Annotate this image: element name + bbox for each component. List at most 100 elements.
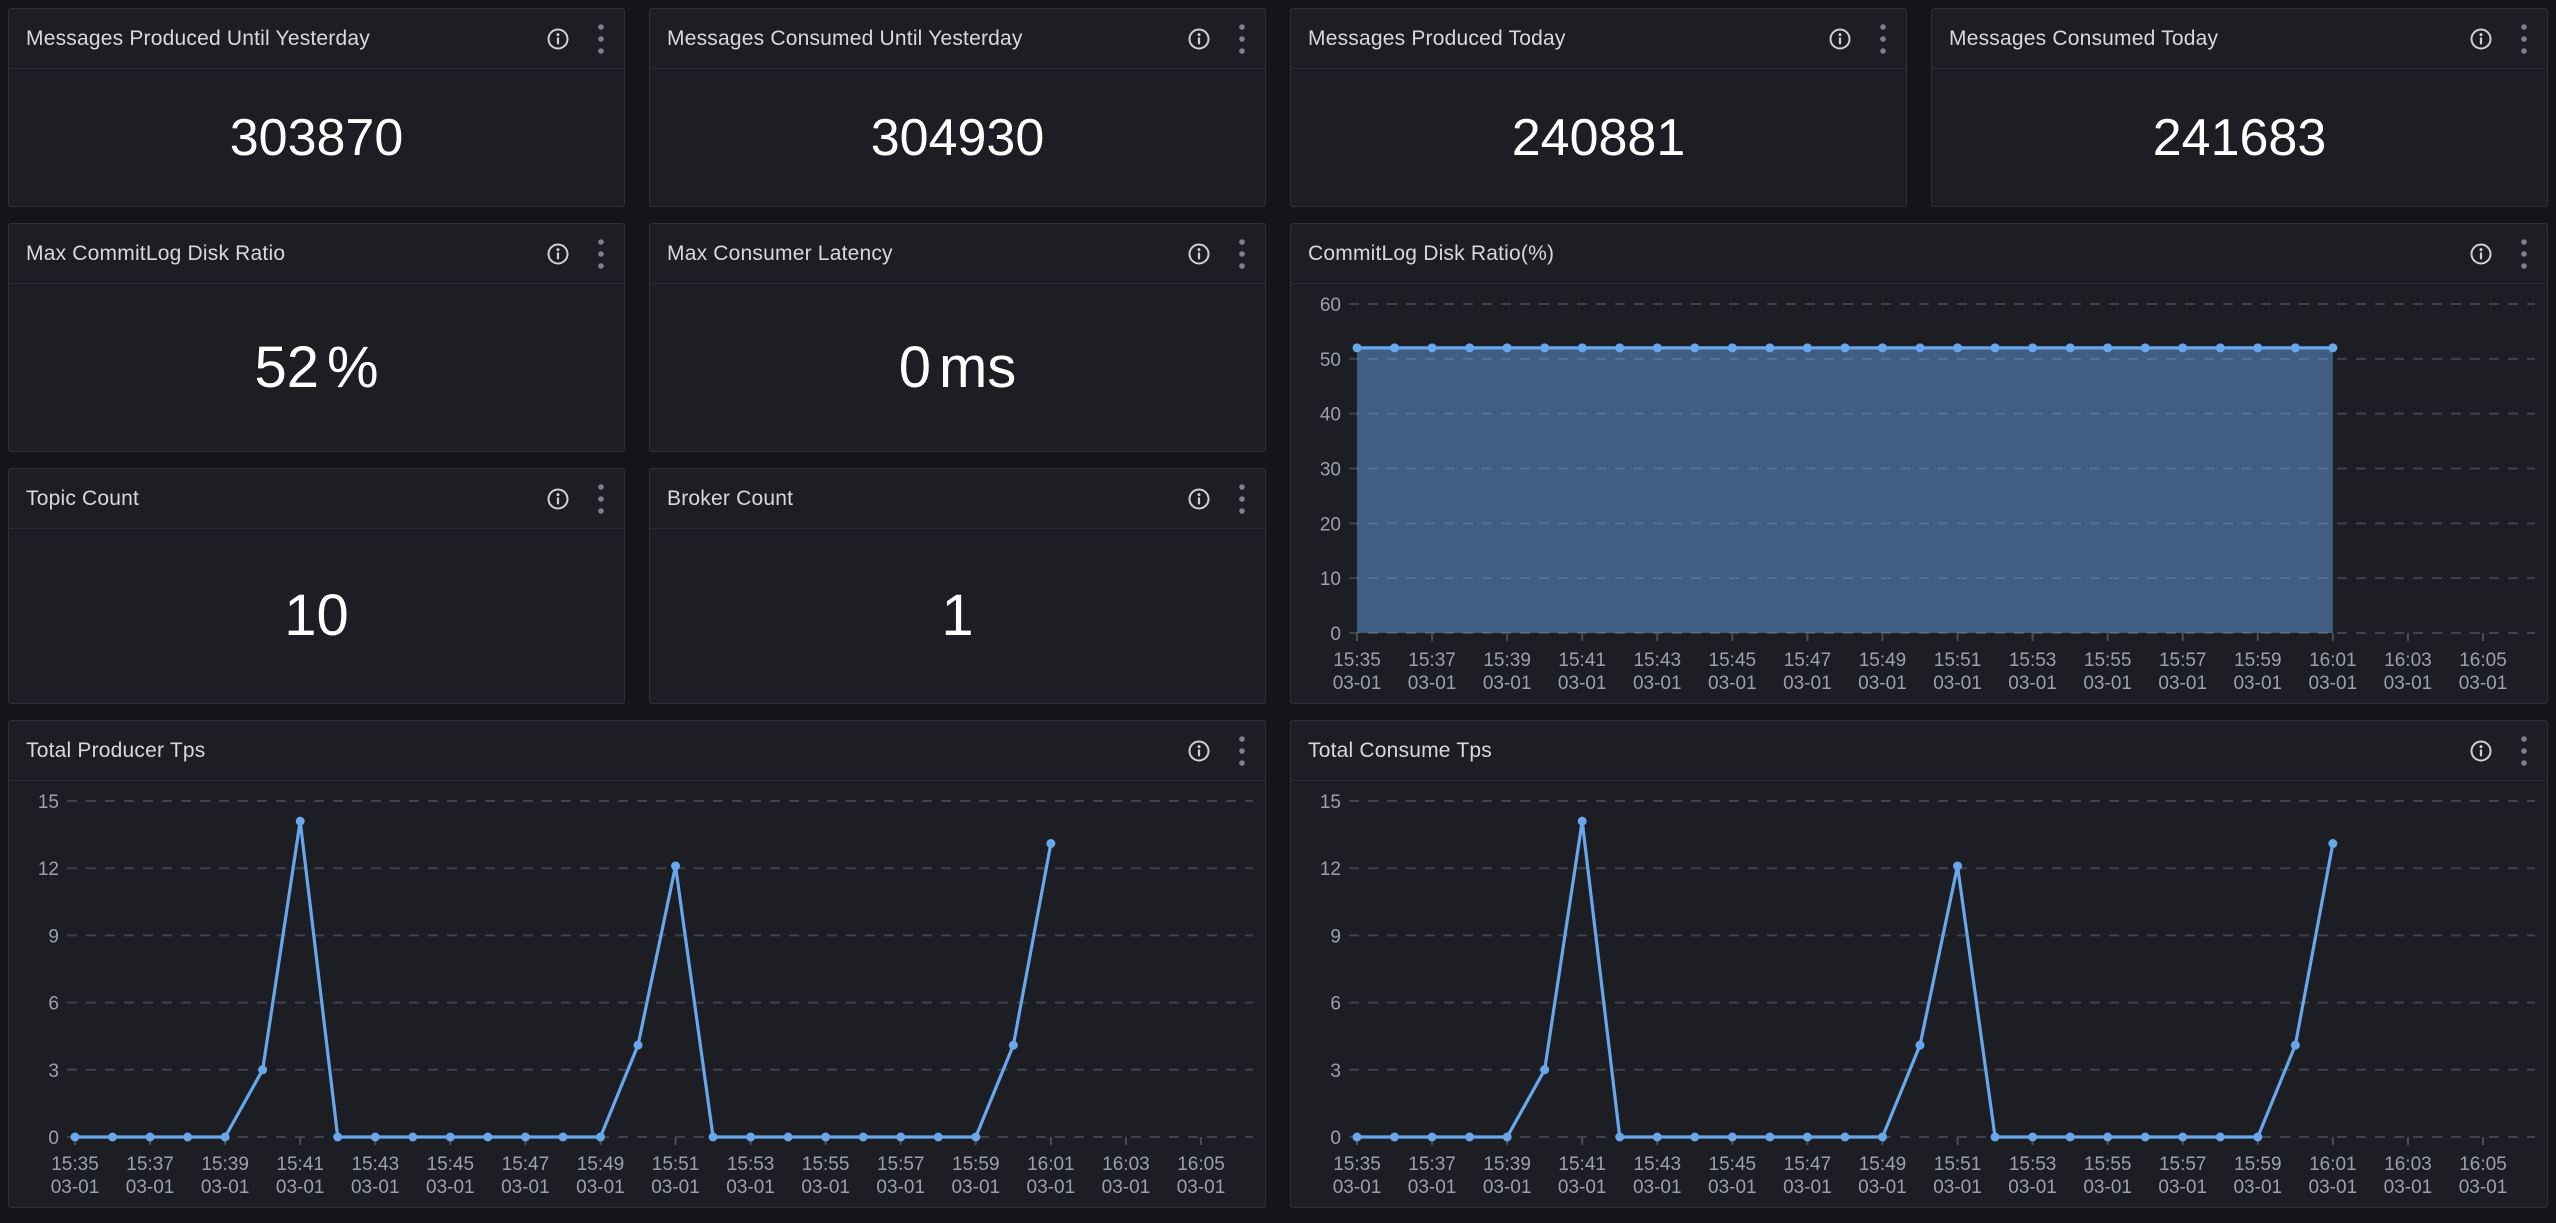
- svg-text:16:05: 16:05: [2459, 650, 2507, 671]
- svg-text:6: 6: [48, 994, 59, 1015]
- kebab-menu-icon[interactable]: [1237, 236, 1247, 272]
- kebab-menu-icon[interactable]: [596, 481, 606, 517]
- panel-header: Messages Consumed Today: [1932, 9, 2547, 69]
- svg-text:16:01: 16:01: [1027, 1154, 1075, 1175]
- svg-text:03-01: 03-01: [726, 1177, 775, 1198]
- kebab-menu-icon[interactable]: [596, 236, 606, 272]
- svg-text:16:03: 16:03: [2384, 650, 2432, 671]
- svg-text:03-01: 03-01: [2158, 1177, 2207, 1198]
- stat-number: 10: [284, 587, 349, 645]
- info-icon[interactable]: [545, 486, 571, 512]
- kebab-menu-icon[interactable]: [2519, 236, 2529, 272]
- svg-text:03-01: 03-01: [2233, 673, 2282, 694]
- panel-header-icons: [545, 236, 606, 272]
- svg-text:16:05: 16:05: [1177, 1154, 1225, 1175]
- svg-text:15:59: 15:59: [952, 1154, 1000, 1175]
- info-icon[interactable]: [1186, 241, 1212, 267]
- panel-header-icons: [2468, 733, 2529, 769]
- svg-text:03-01: 03-01: [1783, 673, 1832, 694]
- svg-text:50: 50: [1320, 350, 1341, 371]
- svg-text:03-01: 03-01: [1633, 673, 1682, 694]
- panel-topic-count: Topic Count 10: [8, 468, 625, 704]
- kebab-menu-icon[interactable]: [2519, 21, 2529, 57]
- total-consume-tps-line-chart[interactable]: 0369121515:3503-0115:3703-0115:3903-0115…: [1291, 781, 2547, 1207]
- info-icon[interactable]: [2468, 26, 2494, 52]
- kebab-menu-icon[interactable]: [596, 21, 606, 57]
- svg-text:03-01: 03-01: [126, 1177, 175, 1198]
- svg-text:03-01: 03-01: [1408, 1177, 1457, 1198]
- svg-text:03-01: 03-01: [426, 1177, 475, 1198]
- info-icon[interactable]: [2468, 241, 2494, 267]
- stat-unit: ms: [939, 339, 1016, 397]
- svg-text:03-01: 03-01: [651, 1177, 700, 1198]
- info-icon[interactable]: [1186, 486, 1212, 512]
- panel-header: CommitLog Disk Ratio(%): [1291, 224, 2547, 284]
- svg-text:03-01: 03-01: [576, 1177, 625, 1198]
- stat-number: 304930: [871, 112, 1045, 164]
- svg-text:03-01: 03-01: [2459, 1177, 2508, 1198]
- stat-value: 52%: [254, 339, 378, 397]
- svg-text:03-01: 03-01: [1933, 673, 1982, 694]
- info-icon[interactable]: [1186, 26, 1212, 52]
- svg-text:03-01: 03-01: [1177, 1177, 1226, 1198]
- panel-header: Topic Count: [9, 469, 624, 529]
- svg-text:03-01: 03-01: [351, 1177, 400, 1198]
- info-icon[interactable]: [545, 241, 571, 267]
- stat-value: 241683: [2153, 112, 2327, 164]
- kebab-menu-icon[interactable]: [1237, 733, 1247, 769]
- svg-text:03-01: 03-01: [2309, 673, 2358, 694]
- panel-title: Messages Consumed Today: [1949, 27, 2218, 51]
- svg-text:03-01: 03-01: [1708, 673, 1757, 694]
- svg-text:15: 15: [38, 792, 59, 813]
- panel-commitlog-disk-ratio-chart: CommitLog Disk Ratio(%) 010203040506015:…: [1290, 223, 2548, 704]
- svg-text:9: 9: [48, 926, 59, 947]
- info-icon[interactable]: [1827, 26, 1853, 52]
- stat-body: 52%: [9, 284, 624, 451]
- stat-value: 303870: [230, 112, 404, 164]
- svg-text:03-01: 03-01: [2384, 1177, 2433, 1198]
- stat-unit: %: [327, 339, 379, 397]
- panel-header-icons: [545, 21, 606, 57]
- kebab-menu-icon[interactable]: [1878, 21, 1888, 57]
- stat-number: 303870: [230, 112, 404, 164]
- svg-text:03-01: 03-01: [1102, 1177, 1151, 1198]
- stat-body: 240881: [1291, 69, 1906, 206]
- panel-header-icons: [1827, 21, 1888, 57]
- panel-header-icons: [2468, 236, 2529, 272]
- commitlog-disk-ratio-area-chart[interactable]: 010203040506015:3503-0115:3703-0115:3903…: [1291, 284, 2547, 703]
- panel-header-icons: [1186, 236, 1247, 272]
- panel-header: Messages Produced Today: [1291, 9, 1906, 69]
- svg-text:15:39: 15:39: [201, 1154, 249, 1175]
- svg-text:15:51: 15:51: [1934, 1154, 1982, 1175]
- svg-text:15:35: 15:35: [1333, 1154, 1381, 1175]
- panel-title: CommitLog Disk Ratio(%): [1308, 242, 1554, 266]
- svg-text:15:47: 15:47: [1784, 650, 1832, 671]
- svg-text:15:35: 15:35: [1333, 650, 1381, 671]
- svg-text:03-01: 03-01: [501, 1177, 550, 1198]
- kebab-menu-icon[interactable]: [2519, 733, 2529, 769]
- info-icon[interactable]: [545, 26, 571, 52]
- svg-text:15:43: 15:43: [351, 1154, 399, 1175]
- svg-text:15:41: 15:41: [1558, 650, 1606, 671]
- info-icon[interactable]: [1186, 738, 1212, 764]
- svg-text:15:57: 15:57: [2159, 1154, 2207, 1175]
- kebab-menu-icon[interactable]: [1237, 481, 1247, 517]
- svg-text:16:01: 16:01: [2309, 1154, 2357, 1175]
- svg-text:03-01: 03-01: [2233, 1177, 2282, 1198]
- svg-text:15:53: 15:53: [2009, 650, 2057, 671]
- svg-text:15:55: 15:55: [2084, 650, 2132, 671]
- svg-text:15:41: 15:41: [1558, 1154, 1606, 1175]
- svg-text:15:37: 15:37: [1408, 650, 1456, 671]
- info-icon[interactable]: [2468, 738, 2494, 764]
- svg-text:15:43: 15:43: [1633, 650, 1681, 671]
- svg-text:15:41: 15:41: [276, 1154, 324, 1175]
- svg-text:30: 30: [1320, 460, 1341, 481]
- total-producer-tps-line-chart[interactable]: 0369121515:3503-0115:3703-0115:3903-0115…: [9, 781, 1265, 1207]
- svg-text:03-01: 03-01: [1483, 673, 1532, 694]
- svg-text:6: 6: [1330, 994, 1341, 1015]
- stat-body: 303870: [9, 69, 624, 206]
- svg-text:03-01: 03-01: [276, 1177, 325, 1198]
- svg-text:15:55: 15:55: [802, 1154, 850, 1175]
- panel-messages-produced-today: Messages Produced Today 240881: [1290, 8, 1907, 207]
- kebab-menu-icon[interactable]: [1237, 21, 1247, 57]
